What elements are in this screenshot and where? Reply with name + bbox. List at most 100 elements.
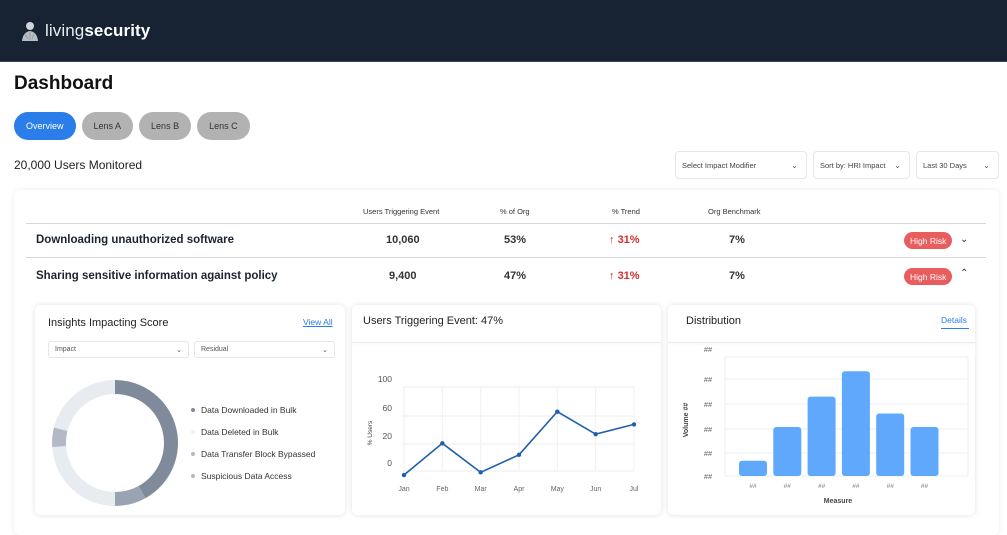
bar-chart: ## ## ## ## ## ## ## ## ## ## ## ## Measure Volume ## [683, 345, 969, 505]
legend-label: Suspicious Data Access [201, 471, 292, 481]
legend-dot [191, 474, 195, 478]
chevron-down-icon: ⌄ [983, 160, 990, 170]
brand-name-light: living [45, 20, 85, 40]
donut-slice [115, 380, 179, 499]
x-axis-label: Measure [824, 498, 853, 505]
users-count: 9,400 [389, 270, 417, 282]
pct-org: 47% [504, 270, 527, 282]
tab-overview[interactable]: Overview [14, 112, 76, 140]
x-tick-label: ## [749, 483, 757, 490]
legend-label: Data Deleted in Bulk [201, 427, 279, 437]
view-all-link[interactable]: View All [303, 317, 333, 327]
x-tick-label: ## [784, 483, 792, 490]
trend-pct: 31% [617, 234, 640, 246]
legend-label: Data Downloaded in Bulk [201, 405, 297, 415]
y-tick-label: ## [704, 472, 713, 481]
table-row[interactable]: Downloading unauthorized software 10,060… [14, 232, 999, 264]
brand-name-bold: security [84, 20, 151, 40]
details-link[interactable]: Details [941, 315, 969, 329]
chevron-down-icon: ⌄ [894, 160, 901, 170]
data-point [631, 422, 637, 427]
trend-pct: 31% [617, 270, 640, 282]
donut-slice [53, 380, 115, 431]
brand-name: livingsecurity [45, 21, 150, 41]
panel-divider [352, 342, 661, 343]
donut-chart [52, 380, 179, 506]
pct-org: 53% [504, 234, 527, 246]
trend-value: ↑ 31% [609, 234, 640, 246]
users-count: 10,060 [386, 234, 420, 246]
y-tick-label: ## [704, 449, 713, 458]
chevron-down-icon: ⌄ [322, 346, 328, 354]
sort-select[interactable]: Sort by: HRI Impact ⌄ [813, 151, 910, 179]
bar [910, 426, 939, 476]
legend-item: Data Deleted in Bulk [191, 421, 315, 443]
benchmark: 7% [729, 234, 745, 246]
x-tick-label: ## [887, 483, 895, 490]
impact-select[interactable]: Impact ⌄ [48, 341, 189, 358]
trend-value: ↑ 31% [609, 270, 640, 282]
person-logo-icon [22, 21, 38, 41]
legend-item: Data Transfer Block Bypassed [191, 443, 315, 465]
distribution-title: Distribution [686, 315, 742, 327]
x-tick-label: ## [818, 483, 826, 490]
users-trend-panel: Users Triggering Event: 47% 100 60 20 0 Jan F… [352, 305, 661, 515]
date-range-select[interactable]: Last 30 Days ⌄ [916, 151, 999, 179]
filter-bar: Select Impact Modifier ⌄ Sort by: HRI Im… [675, 151, 999, 179]
residual-select[interactable]: Residual ⌄ [194, 341, 335, 358]
x-tick-label: Apr [514, 486, 526, 493]
risk-badge: High Risk [904, 268, 953, 285]
users-monitored-count: 20,000 Users Monitored [14, 158, 143, 172]
table-row[interactable]: Sharing sensitive information against po… [14, 268, 999, 300]
x-tick-label: Jan [398, 486, 409, 493]
bar [773, 426, 802, 476]
col-org-benchmark: Org Benchmark [708, 207, 761, 216]
chevron-down-icon: ⌄ [176, 346, 182, 354]
event-name: Sharing sensitive information against po… [36, 270, 278, 282]
sort-value: Sort by: HRI Impact [820, 160, 886, 170]
x-tick-label: Mar [475, 486, 488, 493]
bar [876, 413, 905, 476]
col-pct-trend: % Trend [612, 207, 640, 216]
date-range-value: Last 30 Days [923, 160, 967, 170]
x-tick-label: Jun [590, 486, 601, 493]
line-chart-title: Users Triggering Event: 47% [363, 315, 504, 327]
tab-lens-c[interactable]: Lens C [197, 112, 250, 140]
donut-slice [52, 446, 115, 506]
y-axis-label: % Users [367, 420, 374, 445]
chevron-down-icon[interactable]: ⌄ [960, 234, 968, 245]
y-axis-label: Volume ## [683, 403, 690, 438]
arrow-up-icon: ↑ [609, 270, 615, 282]
data-point [440, 441, 445, 446]
legend-dot [191, 452, 195, 456]
distribution-panel: Distribution Details ## ## ## ## ## ## ## ## ## #… [668, 305, 975, 515]
header-divider [26, 223, 986, 224]
y-tick-label: 20 [383, 431, 393, 441]
bar [807, 396, 836, 476]
x-tick-label: ## [921, 483, 929, 490]
page-title: Dashboard [14, 73, 114, 94]
y-tick-label: ## [704, 425, 713, 434]
residual-select-value: Residual [201, 346, 229, 353]
row-divider [26, 257, 986, 258]
donut-legend: Data Downloaded in Bulk Data Deleted in … [191, 399, 315, 487]
col-pct-org: % of Org [500, 207, 530, 216]
data-point [555, 409, 560, 414]
impact-modifier-select[interactable]: Select Impact Modifier ⌄ [675, 151, 807, 179]
panel-divider [668, 342, 975, 343]
arrow-up-icon: ↑ [609, 234, 615, 246]
legend-item: Data Downloaded in Bulk [191, 399, 315, 421]
y-tick-label: ## [704, 375, 713, 384]
legend-item: Suspicious Data Access [191, 465, 315, 487]
y-tick-label: ## [704, 345, 713, 354]
legend-dot [191, 430, 195, 434]
tab-lens-a[interactable]: Lens A [81, 112, 134, 140]
benchmark: 7% [729, 270, 745, 282]
x-tick-label: Jul [630, 486, 639, 493]
insights-title: Insights Impacting Score [48, 317, 169, 329]
legend-dot [191, 408, 195, 412]
chevron-up-icon[interactable]: ⌃ [960, 268, 968, 279]
tab-lens-b[interactable]: Lens B [139, 112, 192, 140]
risk-badge: High Risk [904, 232, 953, 249]
brand-logo[interactable]: livingsecurity [19, 20, 150, 42]
